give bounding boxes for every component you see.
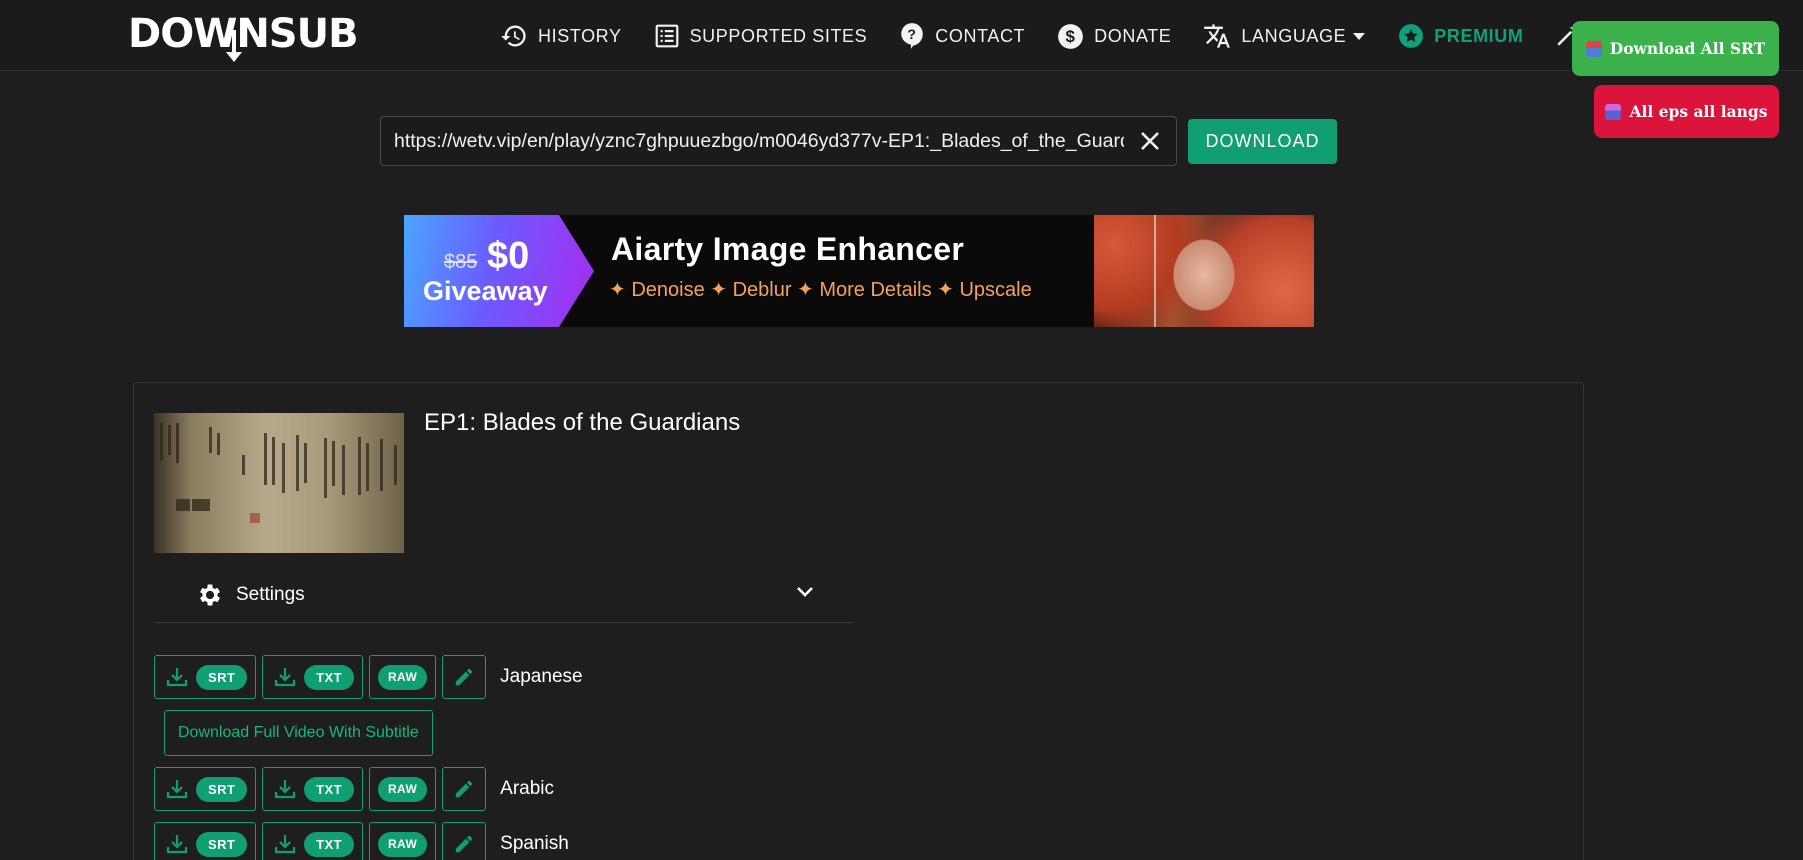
settings-label: Settings — [236, 583, 305, 605]
raw-badge: RAW — [377, 831, 428, 857]
nav-donate[interactable]: $ DONATE — [1057, 23, 1171, 50]
nav-premium-label: PREMIUM — [1434, 25, 1524, 46]
star-badge-icon — [1399, 24, 1424, 48]
download-button[interactable]: DOWNLOAD — [1188, 119, 1337, 164]
url-search-bar — [380, 116, 1177, 166]
txt-badge: TXT — [304, 664, 354, 690]
download-all-srt-button[interactable]: Download All SRT — [1572, 21, 1779, 76]
svg-text:$: $ — [1066, 27, 1076, 46]
top-navbar: DOWNSUB HISTORY SUPPORTED SITES ? CONTAC… — [0, 0, 1803, 71]
settings-toggle[interactable]: Settings — [154, 567, 854, 623]
language-name: Arabic — [500, 778, 555, 799]
pencil-icon — [455, 668, 473, 686]
nav-premium[interactable]: PREMIUM — [1398, 23, 1523, 49]
main-nav: HISTORY SUPPORTED SITES ? CONTACT $ DONA… — [500, 17, 1555, 55]
chevron-down-icon — [797, 587, 813, 597]
gear-icon — [200, 584, 220, 605]
download-icon — [166, 835, 188, 854]
download-icon — [275, 668, 296, 687]
download-srt-button[interactable]: SRT — [154, 655, 257, 699]
video-result-card: EP1: Blades of the Guardians Settings SR… — [133, 382, 1584, 860]
ad-split-line — [1154, 215, 1156, 327]
nav-supported-sites[interactable]: SUPPORTED SITES — [654, 23, 868, 49]
nav-history-label: HISTORY — [538, 25, 622, 46]
all-eps-all-langs-label: All eps all langs — [1629, 102, 1768, 121]
clear-input-button[interactable] — [1124, 117, 1176, 165]
download-txt-button[interactable]: TXT — [262, 767, 363, 811]
language-row-arabic: SRT TXT RAW Arabic — [154, 767, 554, 811]
video-title: EP1: Blades of the Guardians — [424, 409, 741, 436]
clapperboard-icon — [1605, 103, 1622, 120]
raw-badge: RAW — [377, 664, 428, 690]
download-raw-button[interactable]: RAW — [368, 655, 437, 699]
logo-arrow-icon — [226, 30, 242, 62]
download-all-srt-label: Download All SRT — [1609, 39, 1766, 58]
calligraphy-scroll-image — [160, 423, 397, 523]
help-icon: ? — [901, 23, 924, 49]
pencil-icon — [455, 780, 473, 798]
language-name: Japanese — [500, 666, 583, 687]
download-raw-button[interactable]: RAW — [368, 767, 437, 811]
txt-badge: TXT — [304, 831, 354, 857]
download-txt-button[interactable]: TXT — [262, 655, 363, 699]
ad-price: $0 — [487, 235, 530, 277]
raw-badge: RAW — [377, 776, 428, 802]
edit-subtitle-button[interactable] — [442, 822, 487, 860]
language-row-spanish: SRT TXT RAW Spanish — [154, 822, 569, 860]
download-icon — [275, 835, 296, 854]
download-raw-button[interactable]: RAW — [368, 822, 437, 860]
txt-badge: TXT — [304, 776, 354, 802]
translate-icon — [1204, 24, 1231, 48]
ad-giveaway: Giveaway — [423, 276, 548, 306]
list-icon — [655, 24, 678, 48]
history-icon — [501, 25, 526, 47]
dollar-icon: $ — [1058, 23, 1084, 49]
ad-title: Aiarty Image Enhancer — [611, 231, 965, 267]
download-srt-button[interactable]: SRT — [154, 767, 257, 811]
nav-language[interactable]: LANGUAGE — [1203, 22, 1366, 50]
download-txt-button[interactable]: TXT — [262, 822, 363, 860]
download-icon — [166, 668, 188, 687]
video-thumbnail — [154, 413, 404, 553]
ad-banner[interactable]: $85 $0 Giveaway Aiarty Image Enhancer ✦ … — [404, 215, 1314, 327]
language-row-japanese: SRT TXT RAW Japanese — [154, 655, 583, 699]
download-full-video-button[interactable]: Download Full Video With Subtitle — [164, 710, 433, 756]
nav-history[interactable]: HISTORY — [500, 22, 622, 50]
nav-supported-sites-label: SUPPORTED SITES — [689, 25, 868, 46]
nav-donate-label: DONATE — [1094, 25, 1172, 46]
svg-text:?: ? — [908, 26, 917, 42]
nav-contact[interactable]: ? CONTACT — [899, 22, 1025, 50]
download-icon — [166, 780, 188, 799]
url-input[interactable] — [381, 117, 1124, 165]
all-eps-all-langs-button[interactable]: All eps all langs — [1594, 85, 1779, 138]
download-icon — [275, 780, 296, 799]
nav-language-label: LANGUAGE — [1241, 25, 1347, 46]
srt-badge: SRT — [196, 776, 248, 802]
srt-badge: SRT — [196, 664, 248, 690]
ad-features: ✦ Denoise ✦ Deblur ✦ More Details ✦ Upsc… — [609, 279, 1032, 301]
language-name: Spanish — [500, 833, 569, 854]
edit-subtitle-button[interactable] — [442, 655, 487, 699]
download-srt-button[interactable]: SRT — [154, 822, 257, 860]
inbox-icon — [1585, 40, 1602, 57]
nav-contact-label: CONTACT — [935, 25, 1026, 46]
pencil-icon — [455, 835, 473, 853]
close-icon — [1141, 132, 1159, 150]
edit-subtitle-button[interactable] — [442, 767, 487, 811]
srt-badge: SRT — [196, 831, 248, 857]
ad-old-price: $85 — [444, 251, 478, 273]
ad-portrait-image — [1094, 215, 1314, 327]
caret-down-icon — [1353, 33, 1366, 40]
